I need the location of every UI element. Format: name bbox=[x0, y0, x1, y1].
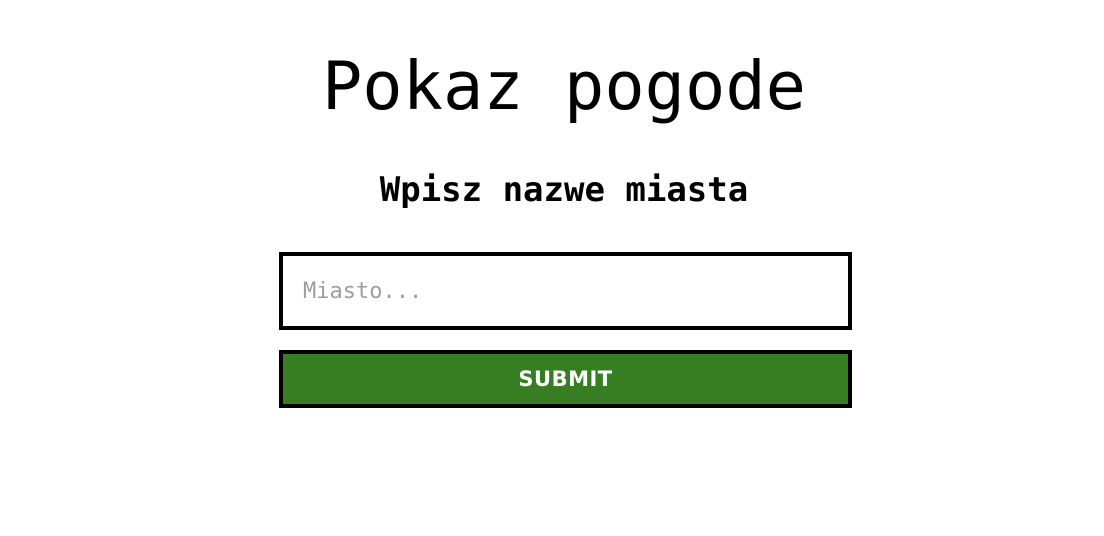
submit-button[interactable]: SUBMIT bbox=[279, 350, 852, 408]
page-title: Pokaz pogode bbox=[321, 47, 807, 125]
weather-page: Pokaz pogode Wpisz nazwe miasta SUBMIT bbox=[0, 0, 1104, 536]
page-subtitle: Wpisz nazwe miasta bbox=[379, 170, 749, 210]
city-input[interactable] bbox=[279, 252, 852, 330]
